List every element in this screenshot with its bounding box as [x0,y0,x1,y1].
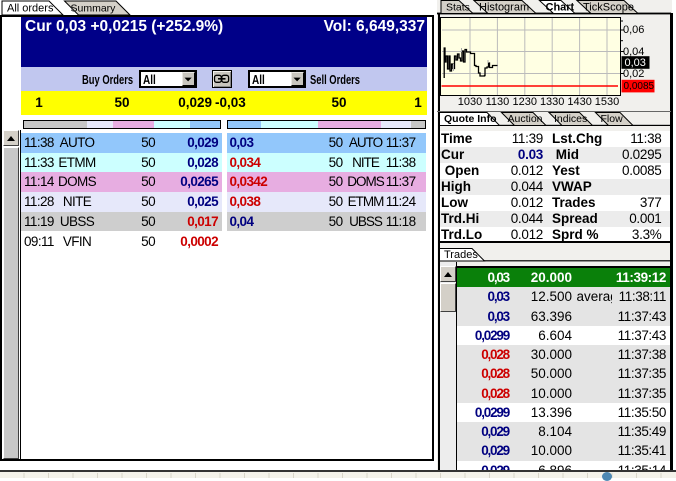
svg-text:Stats: Stats [446,2,470,14]
svg-text:Chart: Chart [546,2,575,14]
svg-text:Summary: Summary [71,3,117,15]
svg-text:All orders: All orders [7,3,54,15]
svg-text:Trades: Trades [444,249,478,261]
svg-text:Flow: Flow [601,113,624,125]
svg-text:Quote Info: Quote Info [444,113,497,125]
svg-text:Auction: Auction [508,113,543,125]
svg-text:Histogram: Histogram [479,2,529,14]
svg-text:Indices: Indices [554,113,587,125]
svg-text:TickScope: TickScope [583,2,634,14]
